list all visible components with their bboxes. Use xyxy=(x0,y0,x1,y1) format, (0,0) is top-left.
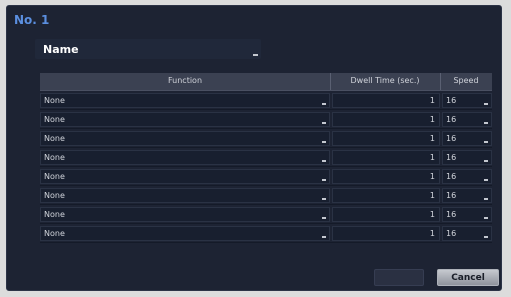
header-dwell-time: Dwell Time (sec.) xyxy=(350,76,420,85)
dropdown-arrow-icon xyxy=(322,198,326,200)
table-row: None 1 16 xyxy=(40,186,492,205)
table-row: None 1 16 xyxy=(40,167,492,186)
dwell-time-value: 1 xyxy=(429,210,435,219)
table-row: None 1 16 xyxy=(40,110,492,129)
dwell-time-value: 1 xyxy=(429,115,435,124)
dwell-time-value: 1 xyxy=(429,172,435,181)
function-value: None xyxy=(44,191,65,200)
function-value: None xyxy=(44,153,65,162)
dialog-title: No. 1 xyxy=(14,13,50,27)
dropdown-arrow-icon xyxy=(484,217,488,219)
function-value: None xyxy=(44,229,65,238)
function-select[interactable]: None xyxy=(40,226,330,241)
speed-value: 16 xyxy=(446,153,457,162)
dwell-time-input[interactable]: 1 xyxy=(332,188,440,203)
speed-value: 16 xyxy=(446,115,457,124)
dropdown-arrow-icon xyxy=(322,236,326,238)
table-header: Function Dwell Time (sec.) Speed xyxy=(40,73,492,91)
speed-value: 16 xyxy=(446,134,457,143)
dropdown-arrow-icon xyxy=(322,217,326,219)
function-select[interactable]: None xyxy=(40,112,330,127)
table-row: None 1 16 xyxy=(40,205,492,224)
speed-value: 16 xyxy=(446,191,457,200)
table-row: None 1 16 xyxy=(40,148,492,167)
speed-select[interactable]: 16 xyxy=(442,112,492,127)
dwell-time-input[interactable]: 1 xyxy=(332,226,440,241)
function-select[interactable]: None xyxy=(40,150,330,165)
dwell-time-value: 1 xyxy=(429,191,435,200)
function-select[interactable]: None xyxy=(40,93,330,108)
dropdown-arrow-icon xyxy=(322,103,326,105)
speed-select[interactable]: 16 xyxy=(442,131,492,146)
dropdown-arrow-icon xyxy=(322,122,326,124)
dwell-time-input[interactable]: 1 xyxy=(332,169,440,184)
sequence-table: Function Dwell Time (sec.) Speed None 1 16… xyxy=(40,73,492,243)
function-select[interactable]: None xyxy=(40,207,330,222)
header-function: Function xyxy=(167,76,203,85)
dwell-time-input[interactable]: 1 xyxy=(332,93,440,108)
dwell-time-input[interactable]: 1 xyxy=(332,207,440,222)
cancel-button[interactable]: Cancel xyxy=(437,269,499,286)
dwell-time-value: 1 xyxy=(429,229,435,238)
dropdown-arrow-icon xyxy=(322,160,326,162)
ok-button[interactable] xyxy=(374,269,424,286)
dropdown-arrow-icon xyxy=(484,198,488,200)
column-divider xyxy=(440,73,441,90)
function-value: None xyxy=(44,134,65,143)
dwell-time-input[interactable]: 1 xyxy=(332,112,440,127)
table-row: None 1 16 xyxy=(40,91,492,110)
function-select[interactable]: None xyxy=(40,169,330,184)
dwell-time-value: 1 xyxy=(429,134,435,143)
function-value: None xyxy=(44,172,65,181)
dwell-time-value: 1 xyxy=(429,96,435,105)
dropdown-arrow-icon xyxy=(484,141,488,143)
dropdown-arrow-icon xyxy=(253,54,258,56)
dropdown-arrow-icon xyxy=(484,103,488,105)
function-value: None xyxy=(44,210,65,219)
name-label: Name xyxy=(43,43,79,56)
table-row: None 1 16 xyxy=(40,224,492,243)
preset-dialog: No. 1 Name Function Dwell Time (sec.) Sp… xyxy=(6,5,502,291)
table-body: None 1 16 None 1 16 None 1 16 None 1 16 None 1 16 None 1… xyxy=(40,91,492,243)
dropdown-arrow-icon xyxy=(484,179,488,181)
speed-select[interactable]: 16 xyxy=(442,207,492,222)
speed-select[interactable]: 16 xyxy=(442,226,492,241)
dropdown-arrow-icon xyxy=(484,160,488,162)
dwell-time-input[interactable]: 1 xyxy=(332,131,440,146)
table-row: None 1 16 xyxy=(40,129,492,148)
dropdown-arrow-icon xyxy=(322,141,326,143)
column-divider xyxy=(330,73,331,90)
function-value: None xyxy=(44,96,65,105)
function-select[interactable]: None xyxy=(40,188,330,203)
dwell-time-value: 1 xyxy=(429,153,435,162)
speed-select[interactable]: 16 xyxy=(442,150,492,165)
dwell-time-input[interactable]: 1 xyxy=(332,150,440,165)
speed-value: 16 xyxy=(446,96,457,105)
dropdown-arrow-icon xyxy=(484,236,488,238)
speed-value: 16 xyxy=(446,210,457,219)
dropdown-arrow-icon xyxy=(322,179,326,181)
function-select[interactable]: None xyxy=(40,131,330,146)
speed-value: 16 xyxy=(446,229,457,238)
speed-select[interactable]: 16 xyxy=(442,188,492,203)
function-value: None xyxy=(44,115,65,124)
speed-select[interactable]: 16 xyxy=(442,93,492,108)
dropdown-arrow-icon xyxy=(484,122,488,124)
header-speed: Speed xyxy=(453,76,479,85)
speed-select[interactable]: 16 xyxy=(442,169,492,184)
speed-value: 16 xyxy=(446,172,457,181)
name-dropdown[interactable]: Name xyxy=(35,39,261,59)
